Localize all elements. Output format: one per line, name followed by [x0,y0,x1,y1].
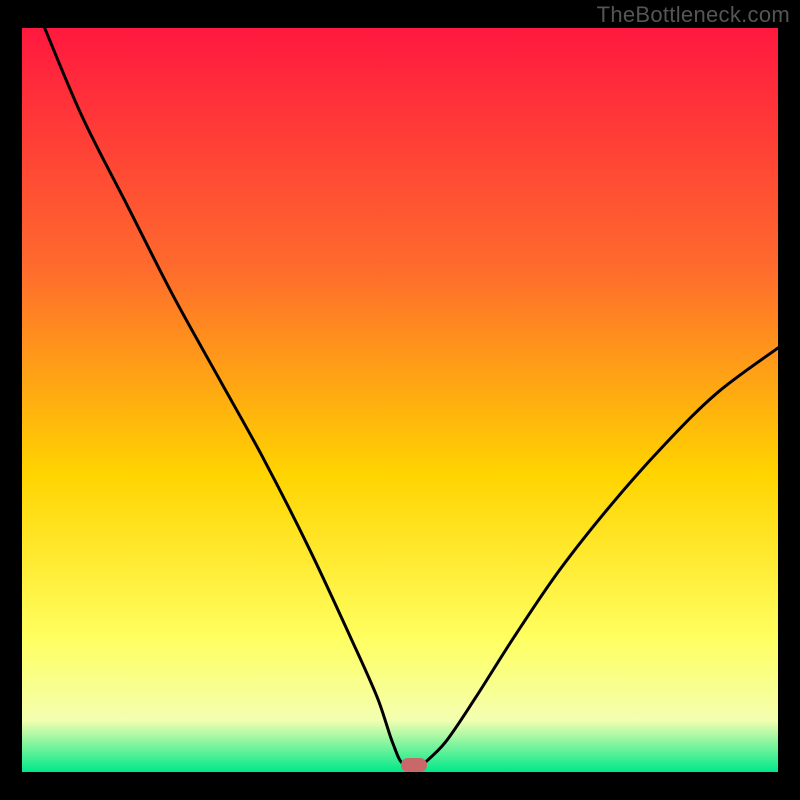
bottleneck-marker [401,758,427,772]
plot-svg [22,28,778,772]
gradient-background [22,28,778,772]
watermark-text: TheBottleneck.com [597,2,790,28]
chart-frame: TheBottleneck.com [0,0,800,800]
plot-area [22,28,778,772]
